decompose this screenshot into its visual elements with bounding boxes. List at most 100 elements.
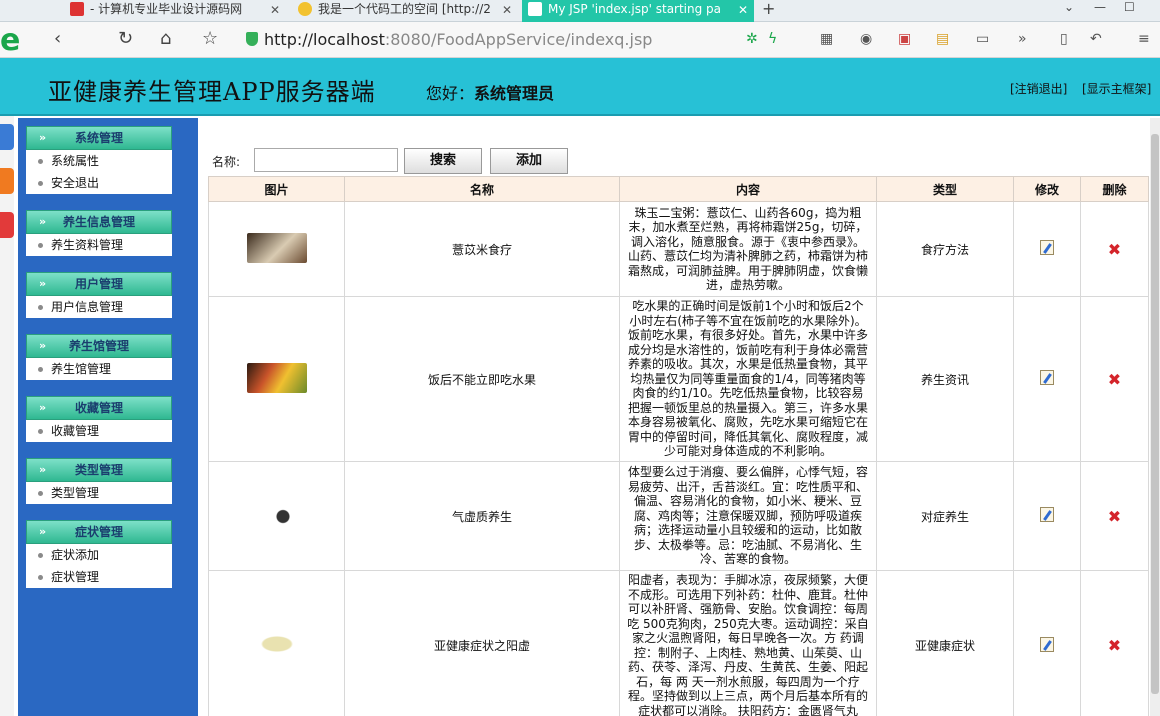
edit-cell: [1013, 570, 1081, 716]
image-cell: [208, 461, 345, 571]
group-title: 用户管理: [74, 277, 123, 291]
content-cell: 体型要么过于消瘦、要么偏胖，心悸气短，容易疲劳、出汗，舌苔淡红。宜：吃性质平和、…: [619, 461, 877, 571]
group-title: 症状管理: [74, 525, 123, 539]
column-header-edit: 修改: [1013, 176, 1081, 202]
sidebar-group-users: » 用户管理 用户信息管理: [26, 272, 172, 318]
search-label: 名称:: [212, 155, 241, 169]
weibo-icon[interactable]: [0, 168, 14, 194]
image-cell: [208, 201, 345, 297]
sidebar-item-user-info[interactable]: 用户信息管理: [26, 296, 172, 318]
type-cell: 养生资讯: [876, 296, 1014, 462]
group-header[interactable]: » 收藏管理: [26, 396, 172, 420]
sidebar-item-health-data[interactable]: 养生资料管理: [26, 234, 172, 256]
table-header-row: 图片 名称 内容 类型 修改 删除: [208, 176, 1149, 202]
delete-cell: ✖: [1080, 201, 1149, 297]
minimize-icon[interactable]: —: [1094, 0, 1106, 14]
expand-arrow-icon: »: [39, 401, 47, 414]
tab-title: - 计算机专业毕业设计源码网: [90, 2, 243, 16]
group-header[interactable]: » 症状管理: [26, 520, 172, 544]
edit-cell: [1013, 201, 1081, 297]
app-title: 亚健康养生管理APP服务器端: [48, 78, 376, 106]
sidebar-item-system-props[interactable]: 系统属性: [26, 150, 172, 172]
edit-icon[interactable]: [1040, 636, 1054, 652]
bookmark-star-icon[interactable]: ☆: [202, 28, 218, 49]
group-header[interactable]: » 系统管理: [26, 126, 172, 150]
shield-plugin-icon[interactable]: ◉: [860, 31, 872, 47]
expand-arrow-icon: »: [39, 215, 47, 228]
fruit-thumbnail: [246, 362, 307, 393]
type-cell: 对症养生: [876, 461, 1014, 571]
browser-tab-1[interactable]: - 计算机专业毕业设计源码网 ✕: [64, 0, 286, 22]
lightning-icon[interactable]: ϟ: [768, 31, 777, 47]
site-favicon-icon: [298, 2, 312, 16]
browser-tab-bar: - 计算机专业毕业设计源码网 ✕ 我是一个代码工的空间 [http://2 ✕ …: [0, 0, 1160, 22]
logout-link[interactable]: [注销退出]: [1010, 80, 1067, 97]
edit-icon[interactable]: [1040, 240, 1054, 255]
screenshot-icon[interactable]: ▭: [976, 31, 989, 47]
sidebar: » 系统管理 系统属性 安全退出 » 养生信息管理 养生资料管理 » 用户管理 用户信…: [18, 118, 198, 716]
sidebar-item-safe-exit[interactable]: 安全退出: [26, 172, 172, 194]
main-scrollbar[interactable]: [1150, 118, 1160, 716]
edit-icon[interactable]: [1040, 370, 1054, 385]
close-icon[interactable]: ✕: [738, 1, 748, 19]
edit-icon[interactable]: [1040, 507, 1054, 522]
column-header-content: 内容: [619, 176, 877, 202]
translate-icon[interactable]: ▣: [898, 31, 911, 47]
address-text: http://localhost:8080/FoodAppService/ind…: [264, 30, 652, 49]
back-icon[interactable]: ‹: [54, 28, 61, 49]
sidebar-item-favorites-manage[interactable]: 收藏管理: [26, 420, 172, 442]
extension-icon[interactable]: ✲: [746, 31, 758, 47]
apps-icon[interactable]: ▦: [820, 31, 833, 47]
more-icon[interactable]: »: [1018, 31, 1027, 47]
menu-icon[interactable]: ⌄: [1064, 0, 1074, 14]
plugin-icon[interactable]: ▤: [936, 31, 949, 47]
sidebar-item-symptom-add[interactable]: 症状添加: [26, 544, 172, 566]
close-icon[interactable]: ✕: [270, 1, 280, 19]
game-icon[interactable]: [0, 212, 14, 238]
browser-sidebar-strip: [0, 58, 14, 716]
show-frame-link[interactable]: [显示主框架]: [1082, 80, 1151, 97]
edit-cell: [1013, 296, 1081, 462]
sidebar-item-type-manage[interactable]: 类型管理: [26, 482, 172, 504]
delete-icon[interactable]: ✖: [1108, 240, 1121, 259]
column-header-delete: 删除: [1080, 176, 1149, 202]
delete-icon[interactable]: ✖: [1108, 636, 1121, 655]
new-tab-button[interactable]: +: [762, 0, 775, 18]
address-bar[interactable]: http://localhost:8080/FoodAppService/ind…: [238, 27, 798, 53]
browser-tab-2[interactable]: 我是一个代码工的空间 [http://2 ✕: [292, 0, 518, 22]
delete-icon[interactable]: ✖: [1108, 507, 1121, 526]
group-title: 养生馆管理: [68, 339, 129, 353]
group-header[interactable]: » 用户管理: [26, 272, 172, 296]
add-button[interactable]: 添加: [490, 148, 568, 174]
group-header[interactable]: » 养生信息管理: [26, 210, 172, 234]
maximize-icon[interactable]: ☐: [1124, 0, 1135, 14]
name-search-input[interactable]: [254, 148, 398, 172]
cartoon-thumbnail: [246, 629, 307, 659]
delete-icon[interactable]: ✖: [1108, 370, 1121, 389]
home-icon[interactable]: ⌂: [160, 28, 171, 49]
tab-title: My JSP 'index.jsp' starting pa: [548, 2, 722, 16]
group-header[interactable]: » 类型管理: [26, 458, 172, 482]
scrollbar-thumb[interactable]: [1151, 134, 1159, 694]
docs-icon[interactable]: [0, 124, 14, 150]
search-button[interactable]: 搜索: [404, 148, 482, 174]
expand-arrow-icon: »: [39, 463, 47, 476]
close-icon[interactable]: ✕: [502, 1, 512, 19]
hamburger-menu-icon[interactable]: ≡: [1138, 31, 1150, 47]
table-row: 亚健康症状之阳虚 阳虚者，表现为：手脚冰凉，夜尿频繁，大便不成形。可选用下列补药…: [208, 570, 1149, 716]
reload-icon[interactable]: ↻: [118, 28, 133, 49]
table-row: 薏苡米食疗 珠玉二宝粥：薏苡仁、山药各60g，捣为粗末，加水煮至烂熟，再将柿霜饼…: [208, 201, 1149, 297]
sidebar-item-symptom-manage[interactable]: 症状管理: [26, 566, 172, 588]
page-favicon-icon: [528, 2, 542, 16]
sidebar-group-health-info: » 养生信息管理 养生资料管理: [26, 210, 172, 256]
content-cell: 阳虚者，表现为：手脚冰凉，夜尿频繁，大便不成形。可选用下列补药：杜仲、鹿茸。杜仲…: [619, 570, 877, 716]
browser-tab-3[interactable]: My JSP 'index.jsp' starting pa ✕: [522, 0, 754, 22]
sidebar-item-hall-manage[interactable]: 养生馆管理: [26, 358, 172, 380]
sidebar-group-halls: » 养生馆管理 养生馆管理: [26, 334, 172, 380]
name-cell: 亚健康症状之阳虚: [344, 570, 620, 716]
type-cell: 食疗方法: [876, 201, 1014, 297]
group-title: 收藏管理: [74, 401, 123, 415]
reader-icon[interactable]: ▯: [1060, 31, 1068, 47]
group-header[interactable]: » 养生馆管理: [26, 334, 172, 358]
undo-icon[interactable]: ↶: [1090, 31, 1102, 47]
